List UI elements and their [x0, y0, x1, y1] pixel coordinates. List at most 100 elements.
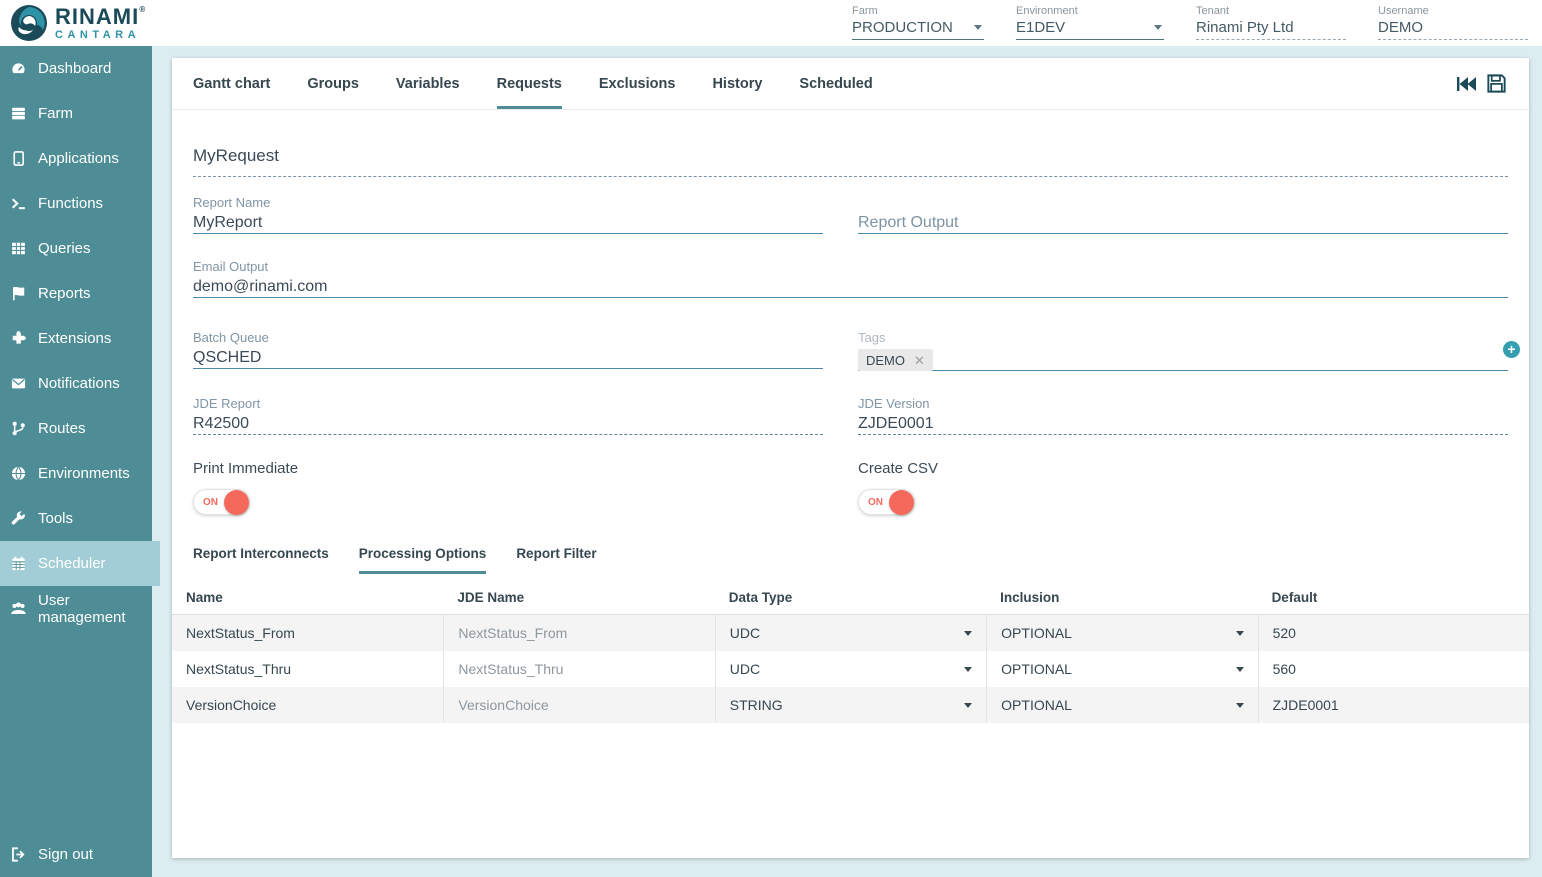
sidebar-item-label: Sign out — [38, 846, 93, 863]
save-button[interactable] — [1485, 72, 1508, 95]
farm-value: PRODUCTION — [852, 19, 953, 36]
tab-requests[interactable]: Requests — [497, 58, 562, 109]
report-name-label: Report Name — [193, 195, 823, 211]
subtab-report-interconnects[interactable]: Report Interconnects — [193, 537, 329, 574]
sidebar-item-farm[interactable]: Farm — [0, 91, 152, 136]
email-output-field[interactable]: Email Output demo@rinami.com — [193, 259, 1508, 298]
report-output-field[interactable]: Report Output — [858, 195, 1508, 234]
cell-jde-name: NextStatus_Thru — [443, 651, 714, 687]
sidebar-item-label: Functions — [38, 195, 103, 212]
flag-icon — [10, 285, 27, 302]
table-header-row: Name JDE Name Data Type Inclusion Defaul… — [172, 580, 1529, 615]
app-logo: RINAMI® CANTARA — [9, 3, 146, 43]
sidebar-item-label: User management — [38, 592, 152, 626]
sidebar-item-extensions[interactable]: Extensions — [0, 316, 152, 361]
jde-report-field[interactable]: JDE Report R42500 — [193, 396, 823, 435]
sidebar-item-sign-out[interactable]: Sign out — [0, 832, 152, 877]
subtab-processing-options[interactable]: Processing Options — [359, 537, 487, 574]
column-header-jde-name: JDE Name — [443, 580, 714, 614]
tab-scheduled[interactable]: Scheduled — [799, 58, 872, 109]
data-type-select[interactable]: UDC — [715, 651, 986, 687]
column-header-inclusion: Inclusion — [986, 580, 1257, 614]
toggle-state-text: ON — [203, 497, 218, 508]
data-type-value: STRING — [730, 697, 783, 713]
sidebar-item-label: Applications — [38, 150, 119, 167]
report-output-placeholder: Report Output — [858, 214, 1508, 234]
batch-queue-field[interactable]: Batch Queue QSCHED — [193, 330, 823, 371]
inclusion-select[interactable]: OPTIONAL — [986, 615, 1257, 651]
cell-name: VersionChoice — [172, 687, 443, 723]
toggle-knob — [224, 490, 249, 515]
dropdown-arrow-icon — [1236, 703, 1244, 708]
sidebar-item-label: Tools — [38, 510, 73, 527]
tab-history[interactable]: History — [712, 58, 762, 109]
dropdown-arrow-icon — [1236, 667, 1244, 672]
sidebar-item-scheduler[interactable]: Scheduler — [0, 541, 160, 586]
create-csv-label: Create CSV — [858, 460, 1508, 479]
cell-name: NextStatus_From — [172, 615, 443, 651]
globe-icon — [10, 465, 27, 482]
sidebar-item-applications[interactable]: Applications — [0, 136, 152, 181]
sidebar-item-functions[interactable]: Functions — [0, 181, 152, 226]
subtab-report-filter[interactable]: Report Filter — [516, 537, 596, 574]
sidebar-item-notifications[interactable]: Notifications — [0, 361, 152, 406]
inclusion-select[interactable]: OPTIONAL — [986, 651, 1257, 687]
batch-queue-label: Batch Queue — [193, 330, 823, 346]
batch-queue-value: QSCHED — [193, 349, 823, 369]
logo-brand: RINAMI® — [55, 6, 146, 28]
username-field[interactable]: Username DEMO — [1378, 5, 1528, 40]
tags-field[interactable]: Tags DEMO — [858, 330, 1508, 371]
environment-select[interactable]: Environment E1DEV — [1016, 5, 1164, 40]
create-csv-toggle[interactable]: ON — [858, 489, 915, 515]
jde-report-value: R42500 — [193, 415, 823, 435]
tab-groups[interactable]: Groups — [307, 58, 359, 109]
inclusion-value: OPTIONAL — [1001, 697, 1072, 713]
tab-variables[interactable]: Variables — [396, 58, 460, 109]
sidebar-item-label: Notifications — [38, 375, 120, 392]
terminal-icon — [10, 195, 27, 212]
toggle-state-text: ON — [868, 497, 883, 508]
sidebar-item-dashboard[interactable]: Dashboard — [0, 46, 152, 91]
inclusion-select[interactable]: OPTIONAL — [986, 687, 1257, 723]
tags-chip-list: DEMO — [858, 349, 1508, 371]
data-type-select[interactable]: STRING — [715, 687, 986, 723]
sidebar-item-environments[interactable]: Environments — [0, 451, 152, 496]
farm-select[interactable]: Farm PRODUCTION — [852, 5, 984, 40]
tab-gantt-chart[interactable]: Gantt chart — [193, 58, 270, 109]
sidebar-item-user-management[interactable]: User management — [0, 586, 152, 631]
report-name-field[interactable]: Report Name MyReport — [193, 195, 823, 234]
logo-mark-icon — [9, 3, 49, 43]
column-header-name: Name — [172, 580, 443, 614]
data-type-value: UDC — [730, 625, 760, 641]
registered-mark: ® — [139, 5, 146, 14]
envelope-icon — [10, 375, 27, 392]
request-form: MyRequest Report Name MyReport Report Ou… — [172, 146, 1529, 515]
email-output-label: Email Output — [193, 259, 1508, 275]
data-type-value: UDC — [730, 661, 760, 677]
sidebar-item-label: Reports — [38, 285, 91, 302]
tenant-field[interactable]: Tenant Rinami Pty Ltd — [1196, 5, 1346, 40]
remove-tag-icon[interactable] — [914, 354, 925, 367]
add-tag-button[interactable] — [1503, 341, 1520, 358]
username-label: Username — [1378, 5, 1528, 17]
tab-exclusions[interactable]: Exclusions — [599, 58, 676, 109]
sidebar-item-queries[interactable]: Queries — [0, 226, 152, 271]
sidebar-item-routes[interactable]: Routes — [0, 406, 152, 451]
tags-label: Tags — [858, 330, 1508, 346]
dashboard-icon — [10, 60, 27, 77]
dropdown-arrow-icon — [964, 667, 972, 672]
table-row: VersionChoice VersionChoice STRING OPTIO… — [172, 687, 1529, 723]
tag-chip: DEMO — [858, 349, 933, 371]
print-immediate-label: Print Immediate — [193, 460, 823, 479]
logo-subtitle: CANTARA — [55, 30, 146, 41]
sidebar-item-reports[interactable]: Reports — [0, 271, 152, 316]
column-header-data-type: Data Type — [715, 580, 986, 614]
sidebar-item-tools[interactable]: Tools — [0, 496, 152, 541]
data-type-select[interactable]: UDC — [715, 615, 986, 651]
toggle-knob — [889, 490, 914, 515]
jde-version-field[interactable]: JDE Version ZJDE0001 — [858, 396, 1508, 435]
rewind-button[interactable] — [1454, 72, 1478, 96]
print-immediate-toggle[interactable]: ON — [193, 489, 250, 515]
branch-icon — [10, 420, 27, 437]
request-name-field[interactable]: MyRequest — [193, 146, 1508, 177]
